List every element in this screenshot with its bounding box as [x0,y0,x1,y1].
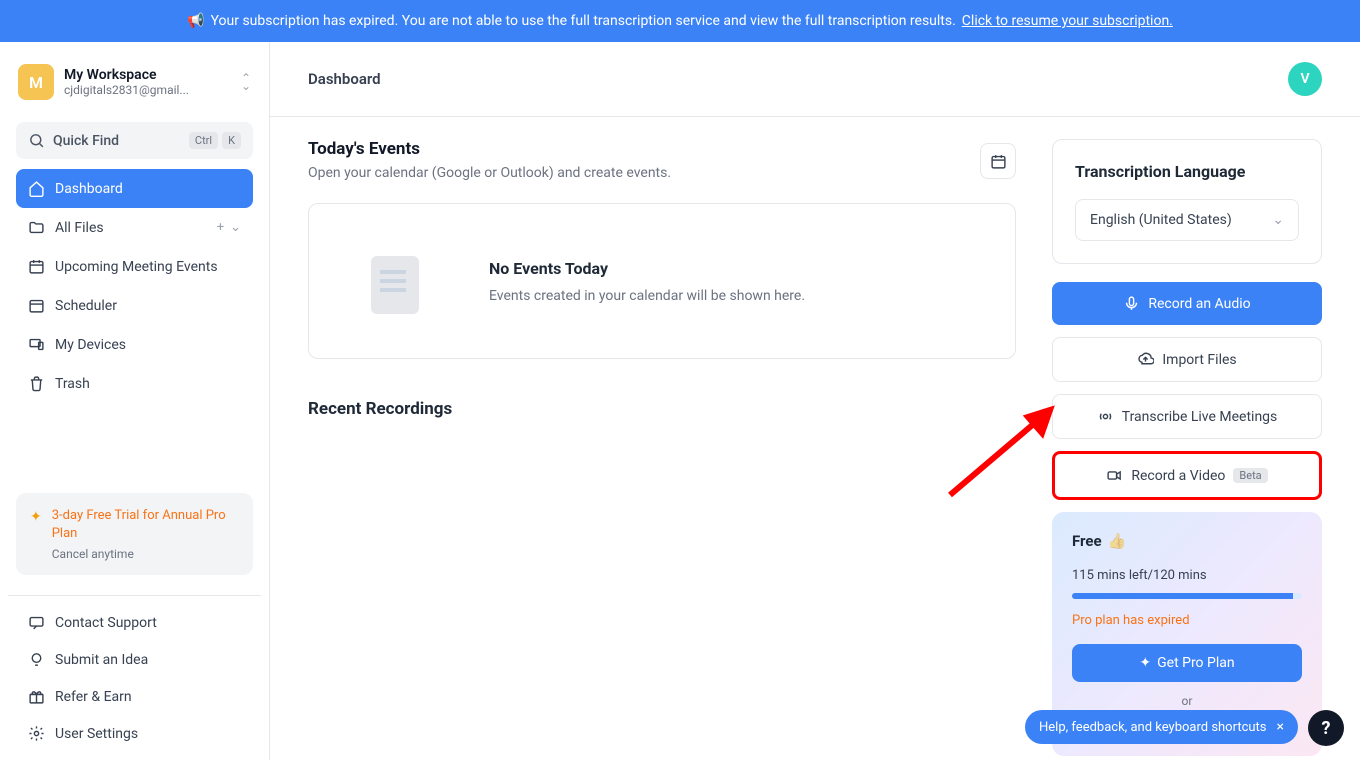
calendar-icon [28,258,45,275]
empty-illustration [341,236,451,326]
button-label: Record a Video [1131,468,1225,484]
events-subtitle: Open your calendar (Google or Outlook) a… [308,165,671,181]
user-avatar[interactable]: V [1288,62,1322,96]
help-feedback-pill[interactable]: Help, feedback, and keyboard shortcuts × [1025,710,1298,744]
nav-scheduler[interactable]: Scheduler [16,286,253,325]
nav-label: User Settings [55,726,138,742]
events-empty-card: No Events Today Events created in your c… [308,203,1016,359]
recent-recordings-title: Recent Recordings [308,399,1016,419]
sparkle-icon: ✦ [1139,655,1151,671]
workspace-email: cjdigitals2831@gmail... [64,83,189,97]
import-files-button[interactable]: Import Files [1052,337,1322,382]
plan-or: or [1072,694,1302,708]
bulb-icon [28,651,45,668]
nav-label: Dashboard [55,181,123,197]
page-title: Dashboard [308,70,381,88]
resume-subscription-link[interactable]: Click to resume your subscription. [962,13,1173,29]
button-label: Transcribe Live Meetings [1122,409,1278,425]
nav-label: Submit an Idea [55,652,148,668]
nav-upcoming[interactable]: Upcoming Meeting Events [16,247,253,286]
video-icon [1106,467,1123,484]
nav-label: Refer & Earn [55,689,132,705]
nav-label: Scheduler [55,298,117,314]
language-title: Transcription Language [1075,162,1299,181]
folder-icon [28,219,45,236]
nav-contact-support[interactable]: Contact Support [16,604,253,641]
button-label: Import Files [1162,352,1236,368]
chat-icon [28,614,45,631]
plan-expired-text: Pro plan has expired [1072,613,1302,628]
sidebar: M My Workspace cjdigitals2831@gmail... ⌃… [0,42,270,760]
transcribe-live-button[interactable]: Transcribe Live Meetings [1052,394,1322,439]
quick-find-label: Quick Find [53,133,119,149]
language-panel: Transcription Language English (United S… [1052,139,1322,264]
megaphone-icon: 📢 [187,13,204,29]
nav-label: Upcoming Meeting Events [55,259,218,275]
devices-icon [28,336,45,353]
chevron-down-icon: ⌄ [1272,212,1284,228]
live-icon [1097,408,1114,425]
search-icon [28,132,45,149]
nav-dashboard[interactable]: Dashboard [16,169,253,208]
help-button[interactable]: ? [1308,710,1344,746]
sparkle-icon: ✦ [30,507,42,561]
nav-label: Trash [55,376,90,392]
workspace-avatar: M [18,64,54,100]
scheduler-icon [28,297,45,314]
nav-submit-idea[interactable]: Submit an Idea [16,641,253,678]
nav-trash[interactable]: Trash [16,364,253,403]
subscription-banner: 📢 Your subscription has expired. You are… [0,0,1360,42]
plus-icon[interactable]: + [217,220,224,235]
beta-badge: Beta [1233,468,1267,483]
nav-devices[interactable]: My Devices [16,325,253,364]
trial-card[interactable]: ✦ 3-day Free Trial for Annual Pro Plan C… [16,493,253,575]
nav-label: All Files [55,220,104,236]
trash-icon [28,375,45,392]
gear-icon [28,725,45,742]
language-value: English (United States) [1090,212,1232,228]
calendar-icon [990,153,1007,170]
calendar-button[interactable] [980,143,1016,179]
plan-name: Free [1072,532,1102,550]
button-label: Record an Audio [1148,296,1250,312]
trial-title: 3-day Free Trial for Annual Pro Plan [52,507,239,543]
record-audio-button[interactable]: Record an Audio [1052,282,1322,325]
banner-text: Your subscription has expired. You are n… [211,13,956,29]
nav-label: My Devices [55,337,126,353]
get-pro-button[interactable]: ✦ Get Pro Plan [1072,644,1302,682]
quick-find[interactable]: Quick Find CtrlK [16,122,253,159]
upload-icon [1137,351,1154,368]
language-select[interactable]: English (United States) ⌄ [1075,199,1299,241]
plan-progress-fill [1072,593,1293,599]
nav-all-files[interactable]: All Files + ⌄ [16,208,253,247]
quick-find-shortcut: CtrlK [189,132,241,149]
workspace-name: My Workspace [64,67,189,83]
chevron-down-icon[interactable]: ⌄ [230,220,241,235]
empty-title: No Events Today [489,259,805,278]
topbar: Dashboard V [270,42,1360,117]
home-icon [28,180,45,197]
plan-minutes: 115 mins left/120 mins [1072,568,1302,583]
nav-label: Contact Support [55,615,157,631]
updown-chevron-icon: ⌃⌄ [241,74,251,90]
record-video-button[interactable]: Record a Video Beta [1052,451,1322,500]
plan-progress [1072,593,1302,599]
gift-icon [28,688,45,705]
empty-sub: Events created in your calendar will be … [489,288,805,304]
nav-user-settings[interactable]: User Settings [16,715,253,752]
button-label: Get Pro Plan [1157,655,1235,671]
workspace-switcher[interactable]: M My Workspace cjdigitals2831@gmail... ⌃… [8,56,261,108]
help-text: Help, feedback, and keyboard shortcuts [1039,720,1267,735]
thumbs-up-icon: 👍 [1108,532,1127,550]
trial-sub: Cancel anytime [52,547,239,561]
events-title: Today's Events [308,139,671,159]
nav-refer-earn[interactable]: Refer & Earn [16,678,253,715]
close-icon[interactable]: × [1277,719,1284,735]
mic-icon [1123,295,1140,312]
